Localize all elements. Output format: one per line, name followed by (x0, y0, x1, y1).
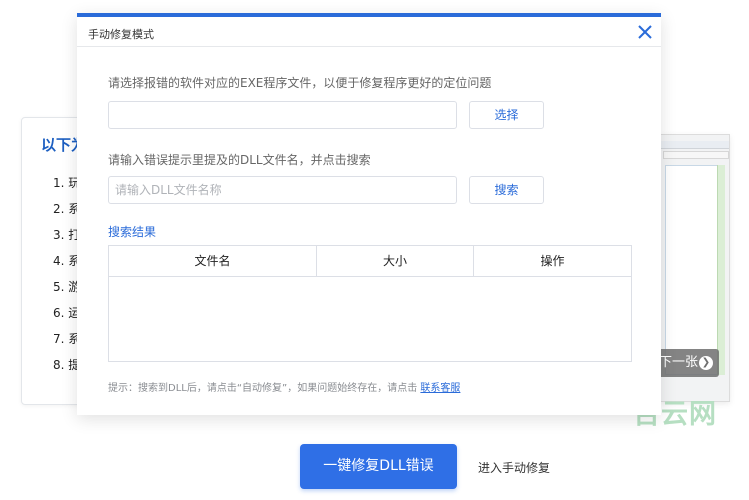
dialog-title: 手动修复模式 (88, 28, 154, 41)
exe-file-input[interactable] (108, 101, 457, 129)
chevron-right-icon: ❯ (699, 356, 713, 370)
results-table: 文件名 大小 操作 (108, 245, 632, 362)
dialog-header: 手动修复模式 (77, 17, 661, 47)
dll-prompt-label: 请输入错误提示里提及的DLL文件名，并点击搜索 (108, 153, 371, 167)
page: 以下为 1. 玩 2. 系 3. 打 4. 系 5. 游 6. 运 7. 系 8… (0, 0, 749, 500)
screenshot-scroll-panel (717, 165, 725, 375)
dll-name-input[interactable] (108, 176, 457, 204)
column-header-filename: 文件名 (109, 246, 317, 277)
screenshot-window-body (665, 165, 725, 375)
screenshot-address-row (663, 151, 729, 159)
close-icon (638, 25, 652, 39)
column-header-size: 大小 (317, 246, 474, 277)
results-table-header: 文件名 大小 操作 (109, 246, 631, 277)
help-tip-text: 提示：搜索到DLL后，请点击“自动修复”，如果问题始终存在，请点击 (108, 383, 418, 394)
help-tip: 提示：搜索到DLL后，请点击“自动修复”，如果问题始终存在，请点击 联系客服 (108, 379, 460, 394)
one-click-fix-button[interactable]: 一键修复DLL错误 (300, 444, 457, 489)
contact-support-link[interactable]: 联系客服 (420, 383, 460, 394)
manual-repair-dialog: 手动修复模式 请选择报错的软件对应的EXE程序文件，以便于修复程序更好的定位问题… (77, 13, 661, 415)
search-button[interactable]: 搜索 (469, 176, 544, 204)
manual-repair-link[interactable]: 进入手动修复 (478, 459, 550, 476)
select-button[interactable]: 选择 (469, 101, 544, 129)
next-image-label: 下一张 (659, 355, 699, 370)
column-header-action: 操作 (540, 254, 565, 268)
next-image-button[interactable]: 下一张 ❯ (655, 349, 719, 377)
exe-prompt-label: 请选择报错的软件对应的EXE程序文件，以便于修复程序更好的定位问题 (108, 76, 492, 90)
search-results-title: 搜索结果 (108, 225, 157, 239)
close-button[interactable] (635, 22, 655, 42)
screenshot-window-bar (661, 141, 729, 149)
